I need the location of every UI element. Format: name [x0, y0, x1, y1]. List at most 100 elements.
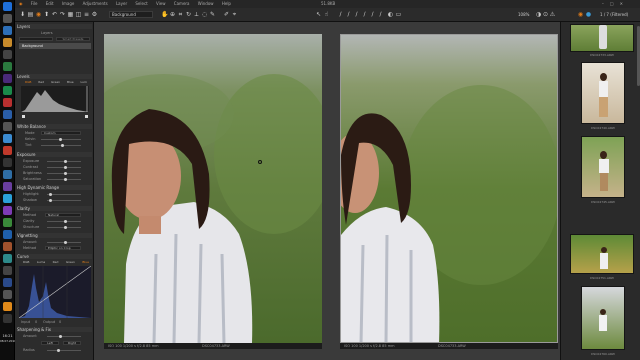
- levels-tab-rgb[interactable]: RGB: [25, 80, 31, 85]
- annotate-icon[interactable]: ✐: [223, 11, 230, 18]
- brush-6-icon[interactable]: ∕: [369, 11, 376, 18]
- wb-mode-select[interactable]: Custom: [41, 131, 81, 135]
- levels-white-point[interactable]: [85, 115, 88, 118]
- structure-knob[interactable]: [64, 226, 67, 229]
- levels-histogram[interactable]: [21, 86, 89, 112]
- gradient-icon[interactable]: ▭: [395, 11, 402, 18]
- levels-tab-lum[interactable]: Lum: [81, 80, 87, 85]
- brush-5-icon[interactable]: ∕: [361, 11, 368, 18]
- compare-icon[interactable]: ◫: [75, 11, 82, 18]
- app-icon[interactable]: [3, 122, 12, 131]
- layer-row[interactable]: Background: [19, 43, 91, 49]
- hdr-shadow-slider[interactable]: [47, 199, 81, 202]
- app-icon[interactable]: [3, 254, 12, 263]
- browse-icon[interactable]: ◉: [577, 11, 584, 18]
- curve-graph[interactable]: [19, 266, 91, 318]
- window-controls[interactable]: –□✕: [602, 0, 629, 8]
- brightness-slider[interactable]: [47, 172, 81, 175]
- hdr-section-header[interactable]: High Dynamic Range: [17, 185, 92, 190]
- hand-icon[interactable]: ☝: [323, 11, 330, 18]
- filmstrip-thumb[interactable]: [581, 62, 625, 124]
- curve-section-header[interactable]: Curve: [17, 254, 92, 259]
- hdr-shadow-knob[interactable]: [49, 199, 52, 202]
- app-icon[interactable]: [3, 314, 12, 323]
- curve-input-value[interactable]: 0: [35, 320, 37, 324]
- cursor-icon[interactable]: ↖: [315, 11, 322, 18]
- crop-icon[interactable]: ⌗: [177, 11, 184, 18]
- system-clock[interactable]: 16:21 08.07.2016: [0, 334, 16, 344]
- brush-7-icon[interactable]: ∕: [377, 11, 384, 18]
- settings-icon[interactable]: ⚙: [91, 11, 98, 18]
- menu-camera[interactable]: Camera: [174, 1, 190, 6]
- app-icon[interactable]: [3, 230, 12, 239]
- export-icon[interactable]: ⬆: [43, 11, 50, 18]
- radius-knob[interactable]: [57, 349, 60, 352]
- contrast-slider[interactable]: [47, 166, 81, 169]
- wb-tint-knob[interactable]: [61, 144, 64, 147]
- app-icon[interactable]: [3, 98, 12, 107]
- saturation-slider[interactable]: [47, 178, 81, 181]
- sharpening-right-chip[interactable]: Right: [63, 341, 81, 345]
- clarity-knob[interactable]: [64, 220, 67, 223]
- filmstrip-thumb[interactable]: [581, 286, 625, 350]
- curve-output-value[interactable]: 0: [59, 320, 61, 324]
- menu-select[interactable]: Select: [135, 1, 147, 6]
- app-icon[interactable]: [3, 278, 12, 287]
- vignetting-method-select[interactable]: Elliptic on Crop: [45, 246, 81, 250]
- menu-layer[interactable]: Layer: [116, 1, 127, 6]
- filmstrip-thumb[interactable]: [570, 234, 634, 274]
- picker-icon[interactable]: ⌖: [231, 11, 238, 18]
- focus-icon[interactable]: ⊙: [542, 11, 549, 18]
- curve-tab-blue[interactable]: Blue: [82, 260, 89, 265]
- sharpening-left-chip[interactable]: Left: [41, 341, 59, 345]
- curve-tab-rgb[interactable]: RGB: [23, 260, 29, 265]
- levels-tab-red[interactable]: Red: [38, 80, 44, 85]
- search-icon[interactable]: [3, 14, 12, 23]
- layers-section-header[interactable]: Layers: [17, 24, 92, 29]
- app-icon[interactable]: [3, 290, 12, 299]
- app-icon[interactable]: [3, 206, 12, 215]
- menu-view[interactable]: View: [156, 1, 166, 6]
- app-icon[interactable]: [3, 134, 12, 143]
- library-icon[interactable]: ▤: [27, 11, 34, 18]
- layers-tab-label[interactable]: Layers: [41, 31, 53, 35]
- camera-icon[interactable]: ◉: [35, 11, 42, 18]
- grid-icon[interactable]: ▦: [67, 11, 74, 18]
- brush-4-icon[interactable]: ∕: [353, 11, 360, 18]
- pan-icon[interactable]: ✋: [161, 11, 168, 18]
- app-icon[interactable]: [3, 218, 12, 227]
- proof-icon[interactable]: ◑: [535, 11, 542, 18]
- wb-tint-slider[interactable]: [41, 144, 81, 147]
- clarity-method-select[interactable]: Natural: [45, 213, 81, 217]
- hdr-highlight-slider[interactable]: [47, 193, 81, 196]
- app-icon[interactable]: [3, 110, 12, 119]
- app-icon[interactable]: [3, 74, 12, 83]
- undo-icon[interactable]: ↶: [51, 11, 58, 18]
- exposure-slider[interactable]: [47, 160, 81, 163]
- app-icon[interactable]: [3, 86, 12, 95]
- clarity-slider[interactable]: [47, 220, 81, 223]
- exposure-section-header[interactable]: Exposure: [17, 152, 92, 157]
- brush-2-icon[interactable]: ∕: [337, 11, 344, 18]
- levels-section-header[interactable]: Levels: [17, 74, 92, 79]
- levels-tab-green[interactable]: Green: [51, 80, 60, 85]
- brush-icon[interactable]: ✎: [209, 11, 216, 18]
- menu-edit[interactable]: Edit: [46, 1, 54, 6]
- store-icon[interactable]: [3, 50, 12, 59]
- smart-presets-tab[interactable]: Smart Presets: [56, 37, 90, 41]
- windows-start-icon[interactable]: [3, 2, 12, 11]
- exposure-knob[interactable]: [64, 160, 67, 163]
- hdr-highlight-knob[interactable]: [49, 193, 52, 196]
- primary-photo[interactable]: [104, 34, 322, 343]
- brush-3-icon[interactable]: ∕: [345, 11, 352, 18]
- menu-image[interactable]: Image: [62, 1, 75, 6]
- menu-window[interactable]: Window: [198, 1, 214, 6]
- levels-tab-blue[interactable]: Blue: [67, 80, 74, 85]
- curve-tab-green[interactable]: Green: [66, 260, 75, 265]
- sliders-icon[interactable]: ≡: [83, 11, 90, 18]
- info-icon[interactable]: ●: [585, 11, 592, 18]
- app-icon[interactable]: [3, 182, 12, 191]
- redo-icon[interactable]: ↷: [59, 11, 66, 18]
- saturation-knob[interactable]: [64, 178, 67, 181]
- contrast-knob[interactable]: [64, 166, 67, 169]
